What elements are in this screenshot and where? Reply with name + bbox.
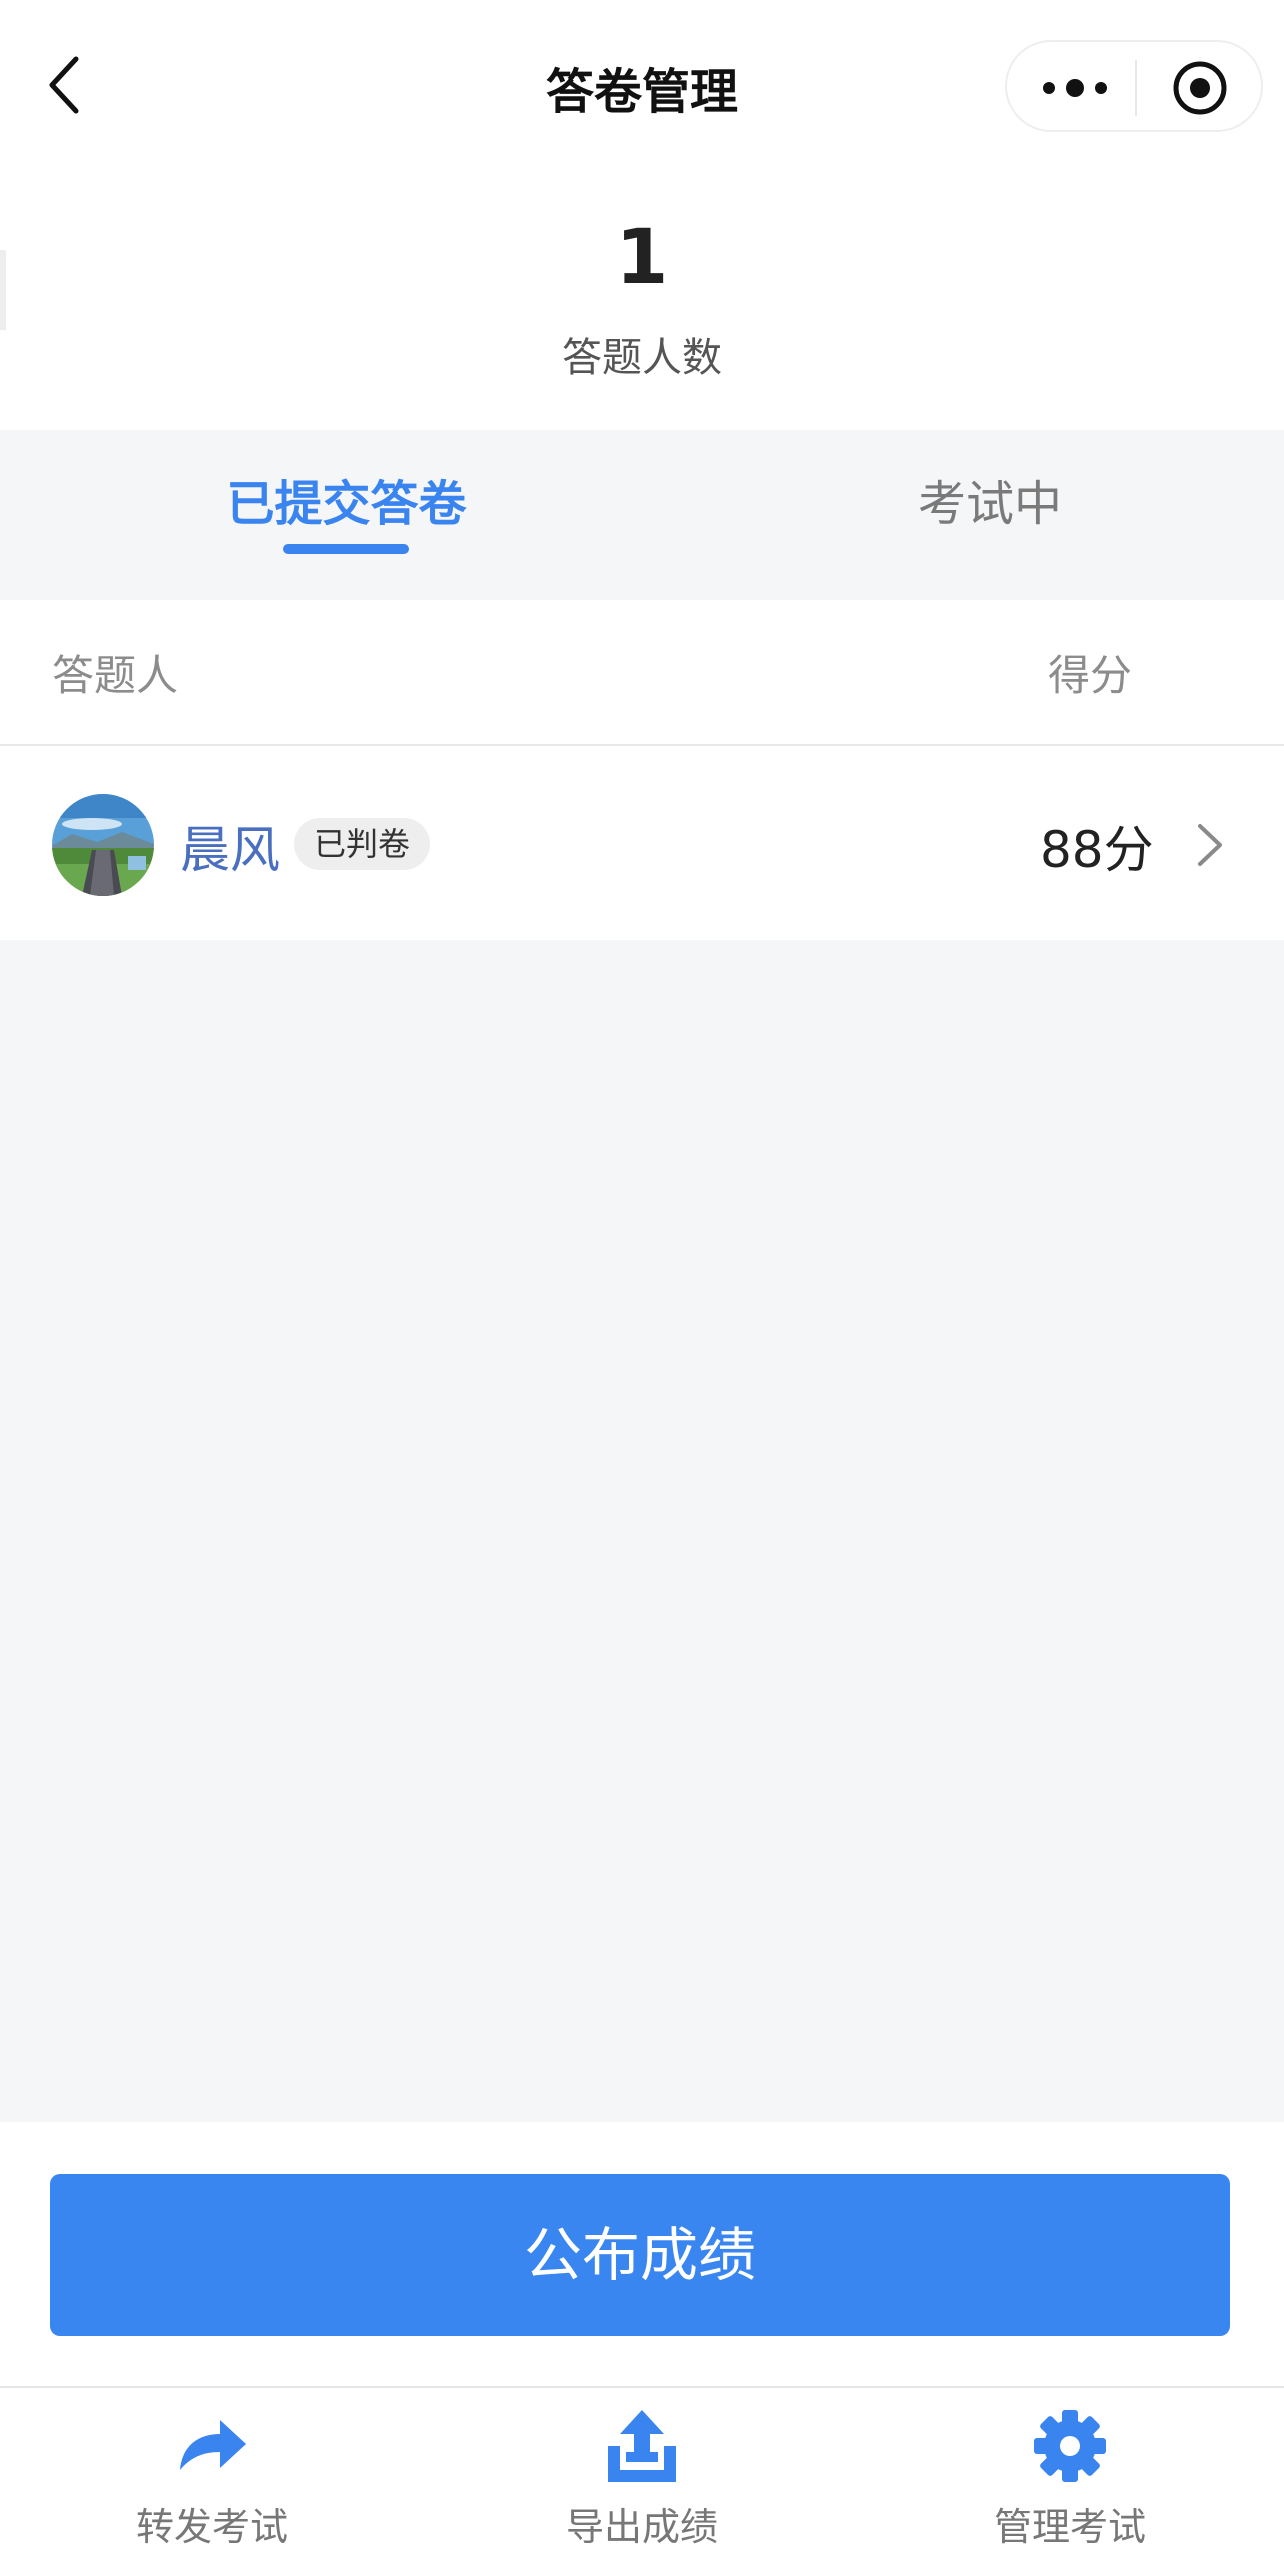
tabbar-label-manage: 管理考试: [993, 2505, 1146, 2549]
tabbar-label-share: 转发考试: [135, 2505, 288, 2549]
table-row[interactable]: 晨风 已判卷 88分: [0, 746, 1284, 940]
empty-list-area: [0, 940, 1284, 2122]
bottom-tab-bar: 转发考试 导出成绩 管理考试: [0, 2386, 1284, 2570]
publish-scores-button[interactable]: 公布成绩: [50, 2174, 1230, 2336]
respondent-score: 88分: [1040, 821, 1154, 879]
tab-active-indicator: [283, 544, 409, 554]
tabbar-label-export: 导出成绩: [565, 2505, 718, 2549]
mini-program-capsule: [1005, 40, 1263, 132]
tabbar-manage-exam[interactable]: 管理考试: [920, 2388, 1220, 2570]
export-upload-icon: [608, 2410, 676, 2482]
publish-area: 公布成绩: [0, 2122, 1284, 2386]
chevron-right-icon: [1198, 824, 1222, 866]
tab-in-exam[interactable]: 考试中: [680, 464, 1284, 534]
more-dots-icon: [1043, 79, 1107, 97]
table-header: 答题人 得分: [0, 600, 1284, 746]
capsule-divider: [1135, 60, 1137, 116]
page: 答卷管理 1 答题人数 已提交答卷 考试中 答题人 得分 晨风 已判卷 88分 …: [0, 0, 1284, 2570]
gear-icon: [1034, 2410, 1106, 2482]
column-header-score: 得分: [1048, 651, 1133, 700]
status-badge: 已判卷: [294, 818, 431, 870]
tabbar-export-scores[interactable]: 导出成绩: [492, 2388, 792, 2570]
avatar-landscape-image: [52, 794, 154, 896]
respondent-summary: 1 答题人数: [0, 170, 1284, 430]
row-detail-button[interactable]: [1192, 820, 1228, 870]
respondent-count: 1: [615, 212, 669, 301]
tab-bar-top: 已提交答卷 考试中: [0, 430, 1284, 600]
share-arrow-icon: [180, 2420, 246, 2470]
target-circle-icon: [1173, 61, 1227, 115]
column-header-respondent: 答题人: [52, 651, 179, 700]
tabbar-share-exam[interactable]: 转发考试: [62, 2388, 362, 2570]
nav-bar: 答卷管理: [0, 0, 1284, 170]
more-button[interactable]: [1037, 62, 1113, 114]
respondent-count-label: 答题人数: [562, 335, 722, 381]
tab-submitted[interactable]: 已提交答卷: [0, 464, 693, 534]
respondent-name[interactable]: 晨风: [180, 810, 280, 882]
close-miniprogram-button[interactable]: [1171, 59, 1229, 117]
avatar: [52, 794, 154, 896]
